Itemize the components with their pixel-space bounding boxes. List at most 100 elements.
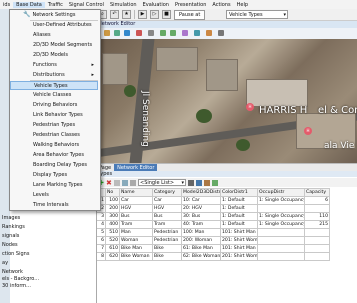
menu-simulation[interactable]: Simulation	[107, 2, 140, 8]
table-cell[interactable]	[304, 252, 330, 261]
table-cell[interactable]: 110	[304, 212, 330, 221]
table-cell[interactable]: 101: Shirt Man	[220, 244, 258, 253]
table-cell[interactable]: Pedestrian	[152, 228, 182, 237]
table-row[interactable]: 7 610 Bike Man Bike 61: Bike Man 101: Shirt M…	[96, 244, 330, 253]
table-cell[interactable]: Bus	[152, 212, 182, 221]
table-row[interactable]: 6 520 Woman Pedestrian 200: Woman 201: Shirt …	[96, 236, 330, 245]
table-cell[interactable]: 3	[96, 212, 106, 221]
menu-item-vehicle-types[interactable]: Vehicle Types	[10, 81, 98, 90]
panel-row[interactable]: signals	[2, 233, 19, 239]
menu-ids[interactable]: ids	[0, 2, 13, 8]
table-cell[interactable]: 62: Bike Woman	[181, 252, 221, 261]
table-cell[interactable]	[257, 204, 305, 213]
table-cell[interactable]: 300	[105, 212, 120, 221]
move-icon[interactable]	[114, 30, 120, 36]
network-settings-item[interactable]: 🔧 Network Settings	[10, 10, 100, 19]
menu-traffic[interactable]: Traffic	[45, 2, 66, 8]
table-cell[interactable]	[304, 228, 330, 237]
menu-base-data[interactable]: Base Data	[13, 1, 45, 8]
menu-presentation[interactable]: Presentation	[172, 2, 209, 8]
menu-item-aliases[interactable]: Aliases	[10, 31, 98, 40]
hotel-pin-icon[interactable]: H	[246, 103, 254, 111]
table-cell[interactable]: 6	[96, 236, 106, 245]
table-cell[interactable]	[257, 252, 305, 261]
menu-item-2d-3d-models[interactable]: 2D/3D Models	[10, 51, 98, 60]
table-row[interactable]: 3 300 Bus Bus 30: Bus 1: Default 1: Single Occ…	[96, 212, 330, 221]
table-cell[interactable]	[304, 244, 330, 253]
delete-icon[interactable]	[136, 30, 142, 36]
table-cell[interactable]: 520	[105, 236, 120, 245]
table-cell[interactable]: Tram	[152, 220, 182, 229]
undo-icon[interactable]: ↶	[110, 10, 119, 19]
table-cell[interactable]: 620	[105, 252, 120, 261]
table-row[interactable]: 2 200 HGV HGV 20: HGV 1: Default	[96, 204, 330, 213]
table-row[interactable]: 5 510 Man Pedestrian 100: Man 101: Shirt Man	[96, 228, 330, 237]
table-cell[interactable]: 215	[304, 220, 330, 229]
table-cell[interactable]: Bike	[152, 244, 182, 253]
table-cell[interactable]: 510	[105, 228, 120, 237]
stop-icon[interactable]: ■	[162, 10, 171, 19]
table-cell[interactable]: HGV	[119, 204, 153, 213]
table-cell[interactable]: 200: Woman	[181, 236, 221, 245]
table-cell[interactable]: Car	[119, 196, 153, 205]
panel-row[interactable]: ction Signs	[2, 251, 29, 257]
table-cell[interactable]: Pedestrian	[152, 236, 182, 245]
table-cell[interactable]	[257, 244, 305, 253]
table-cell[interactable]: 1: Default	[220, 196, 258, 205]
delete-icon[interactable]: ✖	[106, 179, 112, 186]
grid-icon[interactable]	[148, 30, 154, 36]
panel-row[interactable]: Rankings	[2, 224, 25, 230]
panel-row[interactable]: Network	[2, 269, 23, 275]
panel-row[interactable]: Images	[2, 215, 20, 221]
column-header[interactable]: ColorDistr1	[220, 188, 258, 197]
table-cell[interactable]: 1: Default	[220, 204, 258, 213]
table-cell[interactable]: 7	[96, 244, 106, 253]
table-cell[interactable]: Woman	[119, 236, 153, 245]
menu-item-2d-3d-model-segments[interactable]: 2D/3D Model Segments	[10, 41, 98, 50]
table-cell[interactable]: Bike Man	[119, 244, 153, 253]
table-cell[interactable]: 5	[96, 228, 106, 237]
table-cell[interactable]: 30: Bus	[181, 212, 221, 221]
layers-icon[interactable]	[194, 30, 200, 36]
list-layout-select[interactable]: <Single List> ▾	[138, 179, 186, 186]
table-row[interactable]: 4 400 Tram Tram 40: Tram 1: Default 1: Single …	[96, 220, 330, 229]
column-header[interactable]: Category	[152, 188, 182, 197]
table-cell[interactable]: 8	[96, 252, 106, 261]
menu-actions[interactable]: Actions	[209, 2, 233, 8]
duplicate-icon[interactable]	[114, 179, 120, 186]
table-cell[interactable]	[304, 236, 330, 245]
panel-row[interactable]: els - Backgro...	[2, 276, 39, 282]
column-header[interactable]: Name	[119, 188, 153, 197]
filter-icon[interactable]	[130, 179, 136, 186]
hotel-pin-icon[interactable]: H	[304, 127, 312, 135]
network-map-view[interactable]: Jl Senanding H HARRIS H el & Con H ala V…	[96, 39, 357, 163]
table-cell[interactable]: 400	[105, 220, 120, 229]
zoom-out-icon[interactable]	[170, 30, 176, 36]
table-cell[interactable]: Bike Woman	[119, 252, 153, 261]
menu-help[interactable]: Help	[234, 2, 251, 8]
table-row[interactable]: 1 100 Car Car 10: Car 1: Default 1: Single Occ…	[96, 196, 330, 205]
table-cell[interactable]: 201: Shirt Woman	[220, 236, 258, 245]
panel-row[interactable]: Nodes	[2, 242, 18, 248]
table-cell[interactable]	[304, 204, 330, 213]
table-cell[interactable]: 1: Default	[220, 212, 258, 221]
table-cell[interactable]: Tram	[119, 220, 153, 229]
panel-row[interactable]: 30 inform...	[2, 283, 31, 289]
copy-icon[interactable]	[196, 179, 202, 186]
menu-item-vehicle-classes[interactable]: Vehicle Classes	[10, 91, 98, 100]
star-icon[interactable]: ★	[122, 10, 131, 19]
table-row[interactable]: 8 620 Bike Woman Bike 62: Bike Woman 201: Shi…	[96, 252, 330, 261]
column-header[interactable]: Model2D3DDistr	[181, 188, 221, 197]
menu-item-area-behavior-types[interactable]: Area Behavior Types	[10, 151, 98, 160]
table-cell[interactable]: 1: Single Occupancy	[257, 196, 305, 205]
camera-icon[interactable]	[182, 30, 188, 36]
table-cell[interactable]: 1: Default	[220, 220, 258, 229]
sort-icon[interactable]	[122, 179, 128, 186]
table-cell[interactable]: 610	[105, 244, 120, 253]
menu-item-pedestrian-classes[interactable]: Pedestrian Classes	[10, 131, 98, 140]
table-cell[interactable]: 61: Bike Man	[181, 244, 221, 253]
table-cell[interactable]: 10: Car	[181, 196, 221, 205]
menu-item-boarding-delay-types[interactable]: Boarding Delay Types	[10, 161, 98, 170]
table-cell[interactable]	[257, 236, 305, 245]
table-cell[interactable]: 200	[105, 204, 120, 213]
